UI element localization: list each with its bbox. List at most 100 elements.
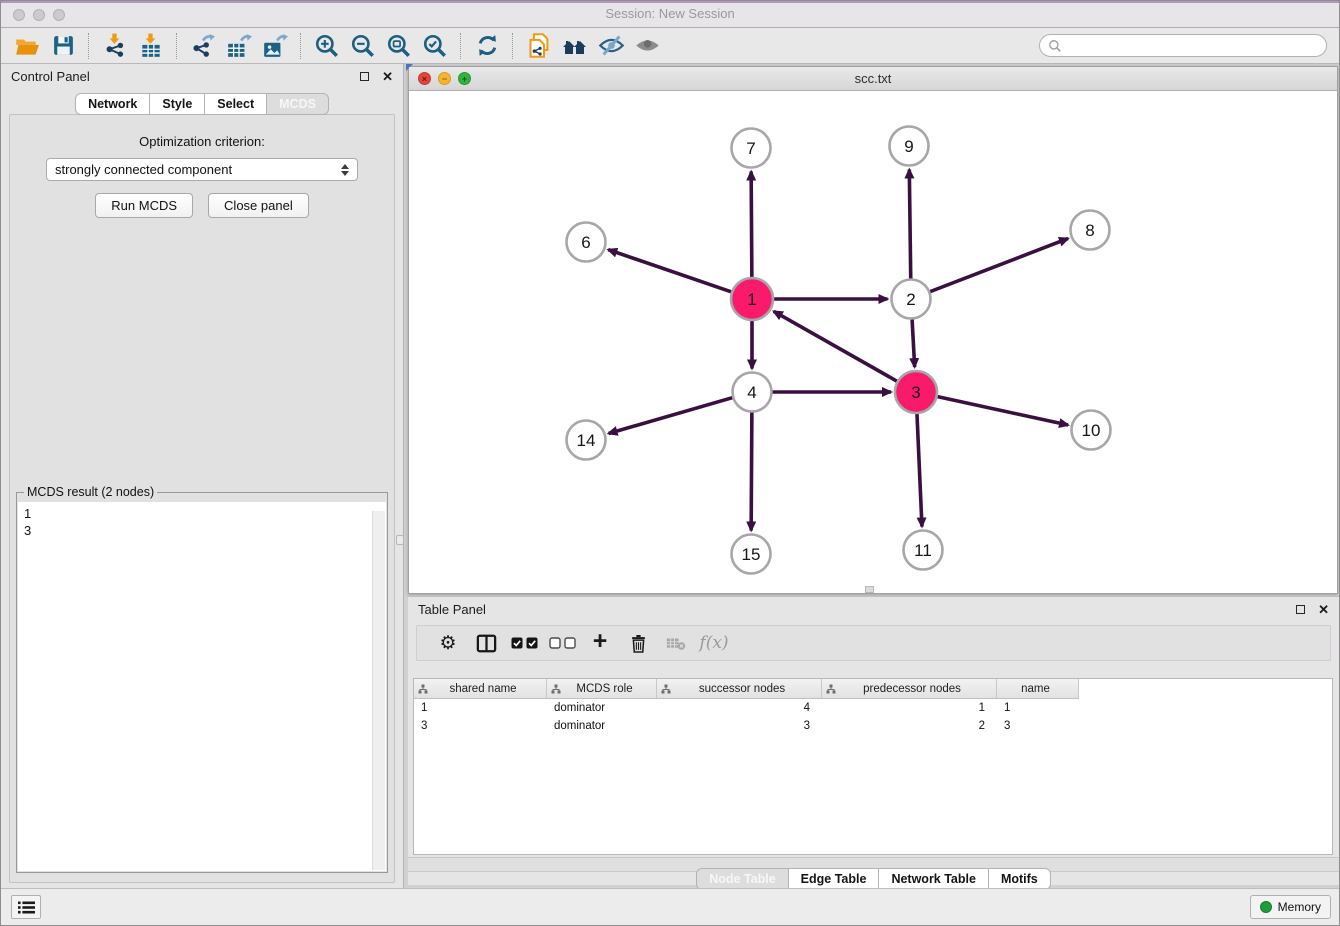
column-header-name[interactable]: name bbox=[997, 679, 1079, 698]
graph-node-7[interactable]: 7 bbox=[732, 129, 771, 168]
tab-mcds[interactable]: MCDS bbox=[267, 93, 329, 115]
select-all-button[interactable] bbox=[505, 637, 543, 649]
zoom-out-button[interactable] bbox=[345, 31, 381, 61]
export-image-button[interactable] bbox=[257, 31, 293, 61]
search-field[interactable] bbox=[1039, 34, 1327, 57]
zoom-fit-button[interactable] bbox=[381, 31, 417, 61]
graph-node-15[interactable]: 15 bbox=[732, 535, 771, 574]
cell-successor-nodes: 3 bbox=[657, 720, 822, 732]
toolbar-separator bbox=[176, 33, 178, 59]
memory-button[interactable]: Memory bbox=[1250, 895, 1331, 919]
mcds-result-list[interactable]: 1 3 bbox=[18, 502, 386, 871]
mcds-result-legend: MCDS result (2 nodes) bbox=[24, 485, 157, 499]
tab-node-table[interactable]: Node Table bbox=[696, 868, 788, 890]
tab-network[interactable]: Network bbox=[75, 93, 150, 115]
column-header-mcds-role[interactable]: MCDS role bbox=[547, 679, 657, 698]
column-header-predecessor-nodes[interactable]: predecessor nodes bbox=[822, 679, 997, 698]
save-floppy-icon bbox=[51, 33, 76, 58]
graph-edge-4-15[interactable] bbox=[751, 412, 752, 530]
graph-edge-3-11[interactable] bbox=[917, 414, 922, 527]
toolbar-separator bbox=[88, 33, 90, 59]
show-graphics-details-button[interactable] bbox=[629, 31, 665, 61]
column-header-successor-nodes[interactable]: successor nodes bbox=[657, 679, 822, 698]
unchecked-box-icon bbox=[564, 637, 576, 649]
node-table[interactable]: shared name MCDS role successor nodes pr… bbox=[413, 678, 1333, 855]
graph-node-label: 2 bbox=[906, 290, 915, 309]
result-scrollbar[interactable] bbox=[372, 511, 385, 870]
optimization-criterion-label: Optimization criterion: bbox=[10, 134, 394, 149]
zoom-in-button[interactable] bbox=[309, 31, 345, 61]
close-panel-button[interactable]: Close panel bbox=[208, 193, 309, 218]
duplicate-network-button[interactable] bbox=[521, 31, 557, 61]
graph-node-8[interactable]: 8 bbox=[1071, 211, 1110, 250]
table-row[interactable]: 1 dominator 4 1 1 bbox=[414, 699, 1332, 717]
graph-edge-2-3[interactable] bbox=[912, 319, 915, 367]
graph-edge-2-8[interactable] bbox=[930, 238, 1068, 291]
search-input[interactable] bbox=[1066, 38, 1326, 54]
add-column-button[interactable]: + bbox=[581, 627, 619, 659]
hide-graphics-details-button[interactable] bbox=[593, 31, 629, 61]
mcds-result-box: MCDS result (2 nodes) 1 3 bbox=[16, 492, 388, 873]
float-panel-icon[interactable] bbox=[1296, 605, 1305, 614]
toolbar-separator bbox=[512, 33, 514, 59]
mcds-result-value: 1 bbox=[18, 505, 386, 522]
home-neighborhood-button[interactable] bbox=[557, 31, 593, 61]
graph-edge-3-10[interactable] bbox=[937, 397, 1068, 425]
graph-node-2[interactable]: 2 bbox=[892, 280, 931, 319]
export-network-button[interactable] bbox=[185, 31, 221, 61]
toolbar-separator bbox=[460, 33, 462, 59]
graph-node-label: 1 bbox=[747, 290, 756, 309]
graph-edge-3-1[interactable] bbox=[774, 311, 897, 381]
tab-network-table[interactable]: Network Table bbox=[879, 868, 989, 890]
import-network-button[interactable] bbox=[97, 31, 133, 61]
status-bar: Memory bbox=[1, 888, 1339, 925]
graph-node-4[interactable]: 4 bbox=[733, 373, 772, 412]
graph-node-3[interactable]: 3 bbox=[895, 371, 937, 413]
graph-node-14[interactable]: 14 bbox=[567, 421, 606, 460]
import-table-button[interactable] bbox=[133, 31, 169, 61]
network-canvas[interactable]: 7 9 6 8 1 2 4 3 14 10 15 11 bbox=[409, 91, 1337, 593]
graph-edge-4-14[interactable] bbox=[609, 398, 733, 434]
graph-node-9[interactable]: 9 bbox=[890, 127, 929, 166]
window-title: Session: New Session bbox=[1, 6, 1339, 21]
table-settings-button[interactable]: ⚙ bbox=[429, 632, 467, 655]
graph-node-10[interactable]: 10 bbox=[1072, 411, 1111, 450]
graph-node-11[interactable]: 11 bbox=[904, 531, 943, 570]
tab-style[interactable]: Style bbox=[150, 93, 205, 115]
deselect-all-button[interactable] bbox=[543, 637, 581, 649]
run-mcds-button[interactable]: Run MCDS bbox=[95, 193, 193, 218]
graph-node-label: 6 bbox=[581, 233, 590, 252]
float-panel-icon[interactable] bbox=[360, 72, 369, 81]
graph-edge-1-6[interactable] bbox=[608, 250, 731, 292]
import-table-icon bbox=[138, 33, 164, 59]
close-panel-icon[interactable]: ✕ bbox=[382, 70, 393, 83]
table-row[interactable]: 3 dominator 3 2 3 bbox=[414, 717, 1332, 735]
graph-node-6[interactable]: 6 bbox=[567, 223, 606, 262]
open-session-button[interactable] bbox=[9, 31, 45, 61]
graph-node-label: 3 bbox=[911, 383, 920, 402]
delete-column-button[interactable] bbox=[619, 634, 657, 653]
cell-name: 1 bbox=[997, 702, 1079, 714]
toggle-panel-layout-button[interactable] bbox=[467, 634, 505, 653]
zoom-selected-button[interactable] bbox=[417, 31, 453, 61]
control-panel-tabs: Network Style Select MCDS bbox=[1, 93, 403, 115]
mcds-tab-content: Optimization criterion: strongly connect… bbox=[9, 114, 395, 883]
panel-splitter-handle[interactable] bbox=[396, 535, 404, 545]
network-window-titlebar[interactable]: × − + scc.txt bbox=[409, 67, 1337, 91]
tab-motifs[interactable]: Motifs bbox=[989, 868, 1051, 890]
close-panel-icon[interactable]: ✕ bbox=[1318, 603, 1329, 616]
graph-node-1[interactable]: 1 bbox=[731, 278, 773, 320]
show-task-history-button[interactable] bbox=[11, 895, 41, 919]
export-table-button[interactable] bbox=[221, 31, 257, 61]
graph-edge-1-7[interactable] bbox=[751, 171, 752, 277]
save-session-button[interactable] bbox=[45, 31, 81, 61]
table-panel-title: Table Panel bbox=[418, 602, 486, 617]
refresh-network-button[interactable] bbox=[469, 31, 505, 61]
tab-edge-table[interactable]: Edge Table bbox=[789, 868, 880, 890]
dropdown-stepper-icon bbox=[341, 164, 349, 176]
column-header-shared-name[interactable]: shared name bbox=[414, 679, 547, 698]
tab-select[interactable]: Select bbox=[205, 93, 267, 115]
criterion-dropdown[interactable]: strongly connected component bbox=[46, 158, 358, 181]
canvas-scroll-grip[interactable] bbox=[865, 586, 874, 593]
graph-edge-2-9[interactable] bbox=[909, 169, 910, 278]
